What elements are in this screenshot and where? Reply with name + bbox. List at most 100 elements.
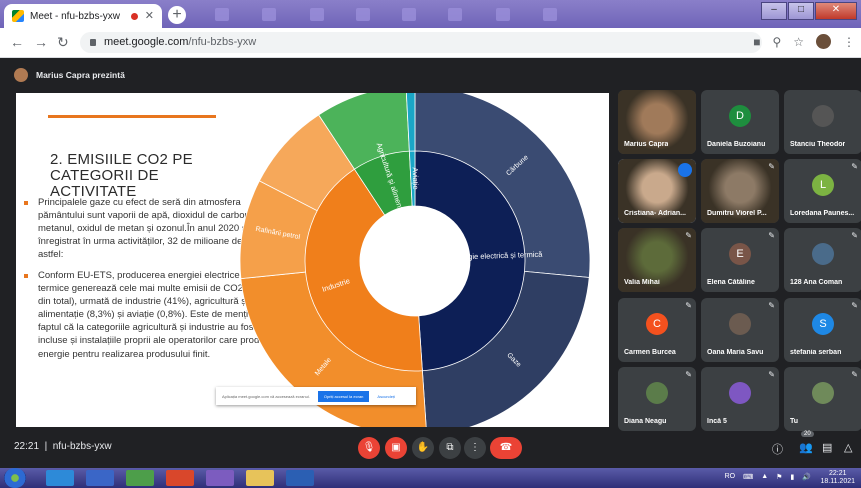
url-host: meet.google.com [104,36,189,48]
tray-expand-icon[interactable]: ▲ [761,473,768,481]
leave-call-button[interactable]: ☎ [490,437,522,459]
mic-muted-icon: ✎ [768,370,775,379]
back-icon[interactable]: ← [10,34,24,50]
participant-avatar [729,313,751,335]
meeting-details[interactable]: 22:21 | nfu-bzbs-yxw [14,441,112,452]
clock-date: 18.11.2021 [820,478,855,485]
meeting-time: 22:21 [14,441,40,452]
mic-muted-icon: ✎ [851,301,858,310]
close-tab-icon[interactable]: ✕ [145,9,154,22]
word-icon[interactable] [286,470,314,486]
more-options-button[interactable]: ⋮ [464,437,486,459]
profile-avatar[interactable] [816,34,831,49]
participant-tile[interactable]: Stanciu Theodor [784,90,861,154]
participant-avatar: D [729,105,751,127]
mic-muted-icon: ✎ [851,231,858,240]
minimize-button[interactable]: – [761,2,787,20]
language-indicator[interactable]: RO [725,473,736,481]
meeting-info-icon[interactable]: ⓘ [772,441,783,457]
participant-name: Stanciu Theodor [790,141,846,148]
bookmark-star-icon[interactable]: ☆ [793,35,804,49]
participant-tile[interactable]: S ✎ stefania serban [784,298,861,362]
participant-tile[interactable]: ✎ Diana Neagu [618,367,696,431]
participants-icon[interactable]: 👥 [799,441,813,454]
winrar-icon[interactable] [206,470,234,486]
volume-icon[interactable]: 🔊 [802,473,811,481]
participant-name: Cristiana- Adrian... [624,210,686,217]
zoom-icon[interactable]: ⚲ [772,35,781,49]
flag-icon[interactable]: ⚑ [776,473,782,481]
excel-icon[interactable] [126,470,154,486]
participant-tile[interactable]: ✎ Dumitru Viorel P... [701,159,779,223]
participant-tile[interactable]: ✎ Încă 5 [701,367,779,431]
participant-name: Oana Maria Savu [707,349,764,356]
screen-share-banner: Aplicația meet.google.com vă accesează e… [216,387,416,405]
system-clock[interactable]: 22:21 18.11.2021 [820,470,855,486]
keyboard-icon[interactable]: ⌨ [743,473,753,481]
background-tab-icon[interactable] [448,8,462,21]
background-tab-icon[interactable] [543,8,557,21]
participant-tile[interactable]: ✎ Oana Maria Savu [701,298,779,362]
browser-tab-strip: Meet - nfu-bzbs-yxw ✕ + – □ ✕ [0,0,861,28]
speaking-indicator-icon [678,163,692,177]
participant-avatar: L [812,174,834,196]
participant-tile[interactable]: C ✎ Carmen Burcea [618,298,696,362]
background-tab-icon[interactable] [496,8,510,21]
window-close-button[interactable]: ✕ [815,2,857,20]
mic-muted-icon: ✎ [685,370,692,379]
background-tab-icon[interactable] [356,8,370,21]
slide-title: 2. EMISIILE CO2 PE CATEGORII DE ACTIVITA… [50,151,193,200]
participant-tile[interactable]: Cristiana- Adrian... [618,159,696,223]
mic-muted-icon: ✎ [768,301,775,310]
title-accent-bar [48,115,216,118]
participant-name: Marius Capra [624,141,669,148]
background-tab-icon[interactable] [262,8,276,21]
present-screen-button[interactable]: ⧉ [439,437,461,459]
network-icon[interactable]: ▮ [790,473,794,481]
participant-avatar: C [646,313,668,335]
new-tab-button[interactable]: + [168,6,186,24]
participant-name: Loredana Paunes... [790,210,855,217]
meeting-control-bar: 22:21 | nfu-bzbs-yxw 🎙 ▣ ✋ ⧉ ⋮ ☎ ⓘ 20 👥 … [0,429,861,468]
camera-toggle-button[interactable]: ▣ [385,437,407,459]
presenter-bar: Marius Capra prezintă [14,66,125,84]
raise-hand-button[interactable]: ✋ [412,437,434,459]
participant-name: 128 Ana Coman [790,279,843,286]
activities-icon[interactable]: △ [844,441,852,454]
chat-icon[interactable]: ▤ [822,441,832,454]
mic-muted-icon: ✎ [768,162,775,171]
microphone-toggle-button[interactable]: 🎙 [358,437,380,459]
background-tab-icon[interactable] [215,8,229,21]
hide-banner-button[interactable]: Ascundeți [377,394,395,399]
forward-icon[interactable]: → [34,34,48,50]
address-bar[interactable]: meet.google.com/nfu-bzbs-yxw [80,32,762,53]
file-explorer-icon[interactable] [246,470,274,486]
stop-sharing-button[interactable]: Opriți accesul la ecran [317,390,370,402]
participant-name: Elena Cătăline [707,279,755,286]
mic-muted-icon: ✎ [685,301,692,310]
participant-tile[interactable]: D Daniela Buzoianu [701,90,779,154]
participant-tile[interactable]: ✎ Tu [784,367,861,431]
participant-tile[interactable]: L ✎ Loredana Paunes... [784,159,861,223]
participant-avatar [812,382,834,404]
reload-icon[interactable]: ↻ [57,34,69,51]
mic-muted-icon: ✎ [768,231,775,240]
background-tab-icon[interactable] [310,8,324,21]
camera-in-use-icon[interactable]: ■ [753,35,760,49]
shared-slide: 2. EMISIILE CO2 PE CATEGORII DE ACTIVITA… [16,93,609,427]
mic-muted-icon: ✎ [851,370,858,379]
start-button[interactable] [4,468,26,488]
meeting-code: nfu-bzbs-yxw [52,441,112,452]
participant-tile[interactable]: ✎ Valia Mihai [618,228,696,292]
browser-menu-icon[interactable]: ⋮ [843,35,855,49]
participant-tile[interactable]: E ✎ Elena Cătăline [701,228,779,292]
background-tab-icon[interactable] [402,8,416,21]
participant-tile[interactable]: Marius Capra [618,90,696,154]
tab-meet[interactable]: Meet - nfu-bzbs-yxw ✕ [4,4,162,28]
media-player-icon[interactable] [86,470,114,486]
participant-tile[interactable]: ✎ 128 Ana Coman [784,228,861,292]
chrome-icon[interactable] [166,470,194,486]
internet-explorer-icon[interactable] [46,470,74,486]
meet-favicon-icon [12,10,24,22]
maximize-button[interactable]: □ [788,2,814,20]
